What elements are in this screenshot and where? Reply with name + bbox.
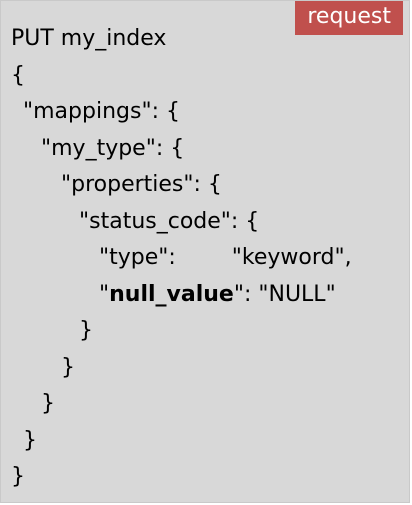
code-line-status-code: "status_code": {	[79, 208, 260, 234]
code-line-close-my-type: }	[41, 391, 55, 416]
code-line-type: "type": "keyword",	[11, 240, 352, 277]
null-value-close-quote: "	[233, 281, 244, 307]
code-line-mappings: "mappings": {	[23, 99, 180, 124]
code-line-close-mappings: }	[23, 427, 37, 453]
code-line-close-root: }	[11, 464, 25, 489]
code-line-close-status-code: }	[79, 318, 93, 343]
code-line-null-value: "null_value": "NULL"	[11, 277, 352, 314]
code-line-brace-open: {	[11, 62, 25, 88]
type-value: "keyword",	[231, 245, 352, 270]
code-line-properties: "properties": {	[61, 172, 222, 197]
code-line-my-type: "my_type": {	[41, 135, 185, 161]
null-value-key: null_value	[109, 281, 234, 307]
code-panel: request PUT my_index { "mappings": { "my…	[0, 0, 410, 503]
code-line-request: PUT my_index	[11, 26, 167, 51]
null-value-open-quote: "	[99, 281, 110, 307]
type-key: "type":	[99, 245, 176, 270]
code-block: PUT my_index { "mappings": { "my_type": …	[11, 21, 352, 496]
code-line-close-properties: }	[61, 354, 75, 380]
null-value-rest: : "NULL"	[243, 281, 336, 307]
